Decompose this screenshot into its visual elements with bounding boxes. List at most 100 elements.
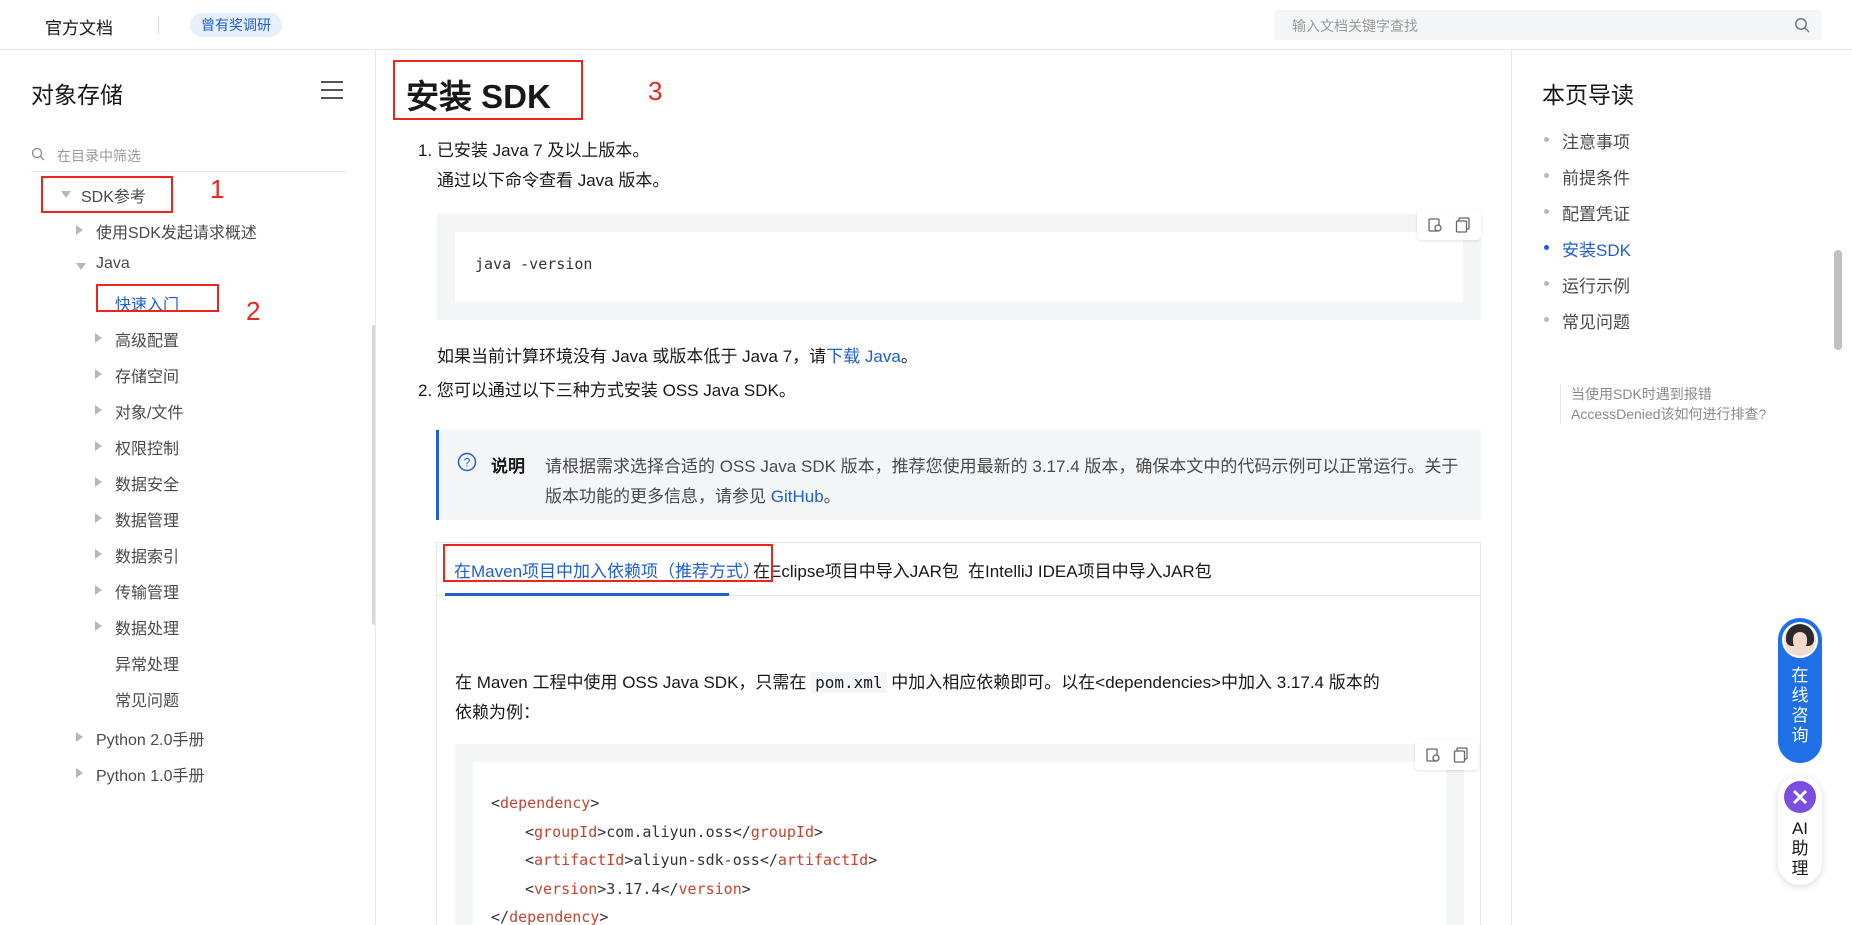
download-java-link[interactable]: 下载 Java bbox=[826, 347, 901, 366]
toc-item-credentials[interactable]: 配置凭证 bbox=[1544, 200, 1630, 225]
xml-line-artifactid: <artifactId>aliyun-sdk-oss</artifactId> bbox=[525, 851, 878, 869]
xml-value: com.aliyun.oss bbox=[606, 823, 733, 841]
maven-desc-text: 在 Maven 工程中使用 OSS Java SDK，只需在 bbox=[455, 673, 812, 692]
annotation-box-4 bbox=[443, 544, 773, 582]
sidebar-item-transfer-management[interactable]: 传输管理 bbox=[95, 579, 179, 603]
topbar-divider bbox=[158, 16, 159, 34]
code-block-java-version: java -version bbox=[437, 210, 1481, 320]
sidebar-item-advanced-config[interactable]: 高级配置 bbox=[95, 327, 180, 351]
copy-icon[interactable] bbox=[1455, 217, 1471, 233]
toc-item-label: 安装SDK bbox=[1562, 241, 1631, 260]
caret-right-icon bbox=[95, 621, 102, 631]
toc-subitem-access-denied[interactable]: 当使用SDK时遇到报错AccessDenied该如何进行排查? bbox=[1560, 384, 1790, 424]
menu-icon[interactable] bbox=[320, 80, 344, 100]
annotation-box-2 bbox=[96, 284, 219, 312]
tab-intellij[interactable]: 在IntelliJ IDEA项目中导入JAR包 bbox=[968, 557, 1212, 582]
toc-item-prerequisites[interactable]: 前提条件 bbox=[1544, 164, 1630, 189]
sidebar-item-python2[interactable]: Python 2.0手册 bbox=[76, 726, 205, 750]
caret-right-icon bbox=[76, 768, 83, 778]
code-icon[interactable] bbox=[1425, 747, 1441, 763]
info-note: ? 说明 请根据需求选择合适的 OSS Java SDK 版本，推荐您使用最新的… bbox=[436, 430, 1481, 520]
sidebar-item-label: 数据安全 bbox=[115, 477, 180, 494]
xml-tag: dependency bbox=[509, 908, 600, 925]
ai-assistant-button[interactable]: AI助理 bbox=[1778, 775, 1822, 885]
sidebar-item-java[interactable]: Java bbox=[76, 255, 130, 273]
maven-desc-text-2: 中加入相应依赖即可。以在<dependencies>中加入 3.17.4 版本的 bbox=[886, 673, 1380, 692]
avatar-face bbox=[1793, 632, 1807, 649]
toc-item-run-example[interactable]: 运行示例 bbox=[1544, 272, 1630, 297]
bullet-dot bbox=[1544, 209, 1549, 214]
bullet-dot bbox=[1544, 317, 1549, 322]
sidebar-item-label: 高级配置 bbox=[115, 333, 180, 350]
sidebar-item-label: Python 1.0手册 bbox=[96, 768, 205, 785]
sidebar-item-data-processing[interactable]: 数据处理 bbox=[95, 615, 180, 639]
sidebar-item-data-security[interactable]: 数据安全 bbox=[95, 471, 180, 495]
pom-xml-code: pom.xml bbox=[811, 672, 887, 693]
tab-eclipse[interactable]: 在Eclipse项目中导入JAR包 bbox=[753, 557, 959, 582]
sidebar-item-label: 数据处理 bbox=[115, 621, 180, 638]
github-link[interactable]: GitHub bbox=[771, 487, 824, 506]
sidebar-item-data-index[interactable]: 数据索引 bbox=[95, 543, 180, 567]
sidebar-item-access-control[interactable]: 权限控制 bbox=[95, 435, 180, 459]
page: 官方文档 曾有奖调研 输入文档关键字查找 对象存储 在目录中筛选 SDK参考 使… bbox=[0, 0, 1852, 925]
sidebar-item-python1[interactable]: Python 1.0手册 bbox=[76, 762, 205, 786]
xml-tag: groupId bbox=[750, 823, 814, 841]
code-content: java -version bbox=[455, 232, 1463, 302]
code-icon[interactable] bbox=[1427, 217, 1443, 233]
code-actions bbox=[1417, 210, 1481, 240]
main-content: 安装 SDK 3 1. 已安装 Java 7 及以上版本。 通过以下命令查看 J… bbox=[376, 50, 1511, 925]
install-method-tabs: 在Maven项目中加入依赖项（推荐方式） 在Eclipse项目中导入JAR包 在… bbox=[436, 542, 1481, 596]
toc-title: 本页导读 bbox=[1542, 82, 1634, 108]
sidebar-item-object[interactable]: 对象/文件 bbox=[95, 399, 183, 423]
directory-filter-input[interactable]: 在目录中筛选 bbox=[31, 138, 346, 172]
online-consult-button[interactable]: 在线咨询 bbox=[1778, 618, 1822, 763]
java-note: 如果当前计算环境没有 Java 或版本低于 Java 7，请下载 Java。 bbox=[437, 342, 918, 367]
code-block-maven-dependency: <dependency> <groupId>com.aliyun.oss</gr… bbox=[455, 740, 1479, 925]
toc-item-notes[interactable]: 注意事项 bbox=[1544, 128, 1630, 153]
xml-tag: version bbox=[534, 880, 598, 898]
toc-item-label: 前提条件 bbox=[1562, 169, 1630, 188]
doc-search-input[interactable]: 输入文档关键字查找 bbox=[1274, 10, 1822, 40]
xml-line-dependency-open: <dependency> bbox=[491, 794, 600, 812]
ai-icon bbox=[1784, 781, 1816, 813]
brand-link[interactable]: 官方文档 bbox=[45, 14, 113, 39]
caret-right-icon bbox=[95, 585, 102, 595]
toc-item-faq[interactable]: 常见问题 bbox=[1544, 308, 1630, 333]
xml-line-dependency-close: </dependency> bbox=[491, 908, 609, 925]
caret-right-icon bbox=[95, 333, 102, 343]
xml-line-groupid: <groupId>com.aliyun.oss</groupId> bbox=[525, 823, 824, 841]
svg-text:?: ? bbox=[464, 456, 471, 470]
bullet-dot bbox=[1544, 173, 1549, 178]
sidebar-item-data-management[interactable]: 数据管理 bbox=[95, 507, 180, 531]
sidebar-title: 对象存储 bbox=[31, 82, 123, 108]
caret-right-icon bbox=[95, 369, 102, 379]
xml-tag: version bbox=[678, 880, 742, 898]
copy-icon[interactable] bbox=[1453, 747, 1469, 763]
toc-item-install-sdk[interactable]: 安装SDK bbox=[1544, 236, 1631, 261]
xml-value: 3.17.4 bbox=[606, 880, 661, 898]
sidebar-item-label: 权限控制 bbox=[115, 441, 180, 458]
search-icon[interactable] bbox=[1794, 17, 1810, 33]
sidebar-item-exception-handling[interactable]: 异常处理 bbox=[115, 651, 179, 675]
avatar bbox=[1782, 622, 1818, 658]
annotation-box-1 bbox=[41, 176, 173, 213]
sidebar-item-bucket[interactable]: 存储空间 bbox=[95, 363, 179, 387]
ai-label: AI助理 bbox=[1791, 819, 1809, 878]
maven-description: 在 Maven 工程中使用 OSS Java SDK，只需在 pom.xml 中… bbox=[455, 668, 1380, 693]
sidebar-item-label: Java bbox=[96, 255, 130, 272]
sidebar-item-faq[interactable]: 常见问题 bbox=[115, 687, 179, 711]
sidebar-item-sdk-request-overview[interactable]: 使用SDK发起请求概述 bbox=[76, 219, 257, 243]
caret-right-icon bbox=[95, 441, 102, 451]
sidebar-item-label: 数据索引 bbox=[115, 549, 180, 566]
sidebar-item-label: 异常处理 bbox=[115, 657, 180, 674]
xml-tag: groupId bbox=[534, 823, 598, 841]
sidebar-item-label: 数据管理 bbox=[115, 513, 180, 530]
toc-item-label: 配置凭证 bbox=[1562, 205, 1630, 224]
caret-right-icon bbox=[95, 477, 102, 487]
bullet-dot bbox=[1544, 281, 1549, 286]
sidebar-item-label: Python 2.0手册 bbox=[96, 732, 205, 749]
survey-badge[interactable]: 曾有奖调研 bbox=[190, 13, 282, 37]
java-note-text: 如果当前计算环境没有 Java 或版本低于 Java 7，请 bbox=[437, 347, 827, 366]
page-scrollbar[interactable] bbox=[1834, 250, 1842, 350]
xml-tag: artifactId bbox=[777, 851, 869, 869]
